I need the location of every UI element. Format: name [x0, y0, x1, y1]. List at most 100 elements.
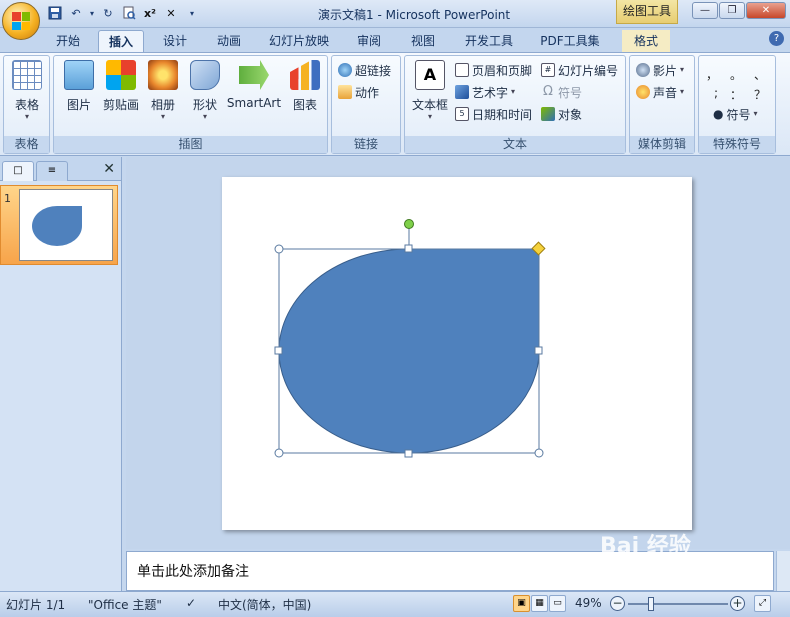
language-indicator: 中文(简体，中国)	[218, 598, 312, 612]
shapes-button[interactable]: 形状 ▾	[180, 60, 230, 121]
resize-handle-left[interactable]	[274, 346, 283, 355]
tab-format[interactable]: 格式	[622, 30, 670, 52]
ribbon: 表格 ▾ 表格 图片 剪贴画 相册 ▾ 形状 ▾ SmartArt 图表 插图 …	[0, 52, 790, 156]
table-button[interactable]: 表格 ▾	[2, 60, 52, 121]
chevron-down-icon: ▾	[202, 112, 207, 121]
group-media: 影片 ▾ 声音 ▾ 媒体剪辑	[629, 55, 695, 154]
slide-number-button[interactable]: # 幻灯片编号	[541, 60, 618, 80]
help-icon[interactable]: ?	[769, 31, 784, 46]
window-title: 演示文稿1 - Microsoft PowerPoint	[318, 8, 511, 22]
hyperlink-button[interactable]: 超链接	[338, 60, 391, 80]
datetime-button[interactable]: 5 日期和时间	[455, 104, 532, 124]
tab-pdf-tools[interactable]: PDF工具集	[530, 30, 610, 52]
special-symbol-label: 符号	[726, 107, 751, 122]
resize-handle-right[interactable]	[534, 346, 543, 355]
resize-handle-bottom-right[interactable]	[534, 448, 544, 458]
smartart-button[interactable]: SmartArt	[226, 60, 282, 110]
symbol-colon[interactable]: ：	[729, 86, 743, 103]
symbol-period[interactable]: 。	[729, 66, 743, 83]
save-icon[interactable]	[46, 4, 64, 22]
chart-icon	[290, 60, 320, 90]
hyperlink-icon	[338, 63, 352, 77]
teardrop-shape[interactable]	[278, 248, 540, 454]
restore-button[interactable]: ❐	[719, 2, 745, 19]
bullet-icon: ●	[713, 107, 724, 121]
resize-handle-bottom[interactable]	[404, 449, 413, 458]
wordart-button[interactable]: 艺术字 ▾	[455, 82, 515, 102]
tab-home[interactable]: 开始	[48, 30, 88, 52]
movie-label: 影片	[653, 63, 678, 78]
omega-icon: Ω	[543, 84, 553, 99]
theme-name: "Office 主题"	[88, 598, 162, 612]
notes-scrollbar[interactable]	[776, 551, 790, 591]
slide-thumbnail-1[interactable]: 1	[0, 185, 118, 265]
zoom-in-button[interactable]: +	[730, 596, 745, 611]
minimize-button[interactable]: —	[692, 2, 718, 19]
tab-animation[interactable]: 动画	[206, 30, 252, 52]
symbol-question[interactable]: ？	[753, 86, 767, 103]
normal-view-button[interactable]: ▣	[513, 595, 530, 612]
customize-qat-icon[interactable]: ▾	[183, 4, 201, 22]
group-label-links: 链接	[332, 136, 400, 153]
sound-button[interactable]: 声音 ▾	[636, 82, 684, 102]
chart-button[interactable]: 图表	[280, 60, 330, 113]
zoom-slider-track[interactable]	[628, 603, 728, 605]
symbol-comma[interactable]: ，	[705, 66, 719, 83]
redo-icon[interactable]: ↻	[99, 4, 117, 22]
symbol-enumeration-comma[interactable]: 、	[753, 66, 767, 83]
slideshow-button[interactable]: ▭	[549, 595, 566, 612]
movie-button[interactable]: 影片 ▾	[636, 60, 684, 80]
header-footer-icon	[455, 63, 469, 77]
slide-sorter-button[interactable]: ▦	[531, 595, 548, 612]
print-preview-icon[interactable]	[120, 4, 138, 22]
close-icon[interactable]: ✕	[103, 161, 115, 177]
dropdown-icon[interactable]: ▾	[88, 4, 96, 22]
tab-view[interactable]: 视图	[400, 30, 446, 52]
resize-handle-top[interactable]	[404, 244, 413, 253]
group-label-text: 文本	[405, 136, 625, 153]
clear-format-button[interactable]: ✕	[162, 4, 180, 22]
smartart-label: SmartArt	[226, 96, 282, 110]
notes-placeholder: 单击此处添加备注	[137, 564, 249, 580]
slides-pane-tabs: □ ≡ ✕	[0, 157, 121, 181]
undo-icon[interactable]: ↶	[67, 4, 85, 22]
object-button[interactable]: 对象	[541, 104, 582, 124]
superscript-button[interactable]: x²	[141, 4, 159, 22]
action-label: 动作	[355, 85, 380, 100]
object-icon	[541, 107, 555, 121]
tab-developer[interactable]: 开发工具	[458, 30, 520, 52]
slide-count: 幻灯片 1/1	[6, 598, 66, 612]
resize-handle-bottom-left[interactable]	[274, 448, 284, 458]
sound-icon	[636, 85, 650, 99]
action-button[interactable]: 动作	[338, 82, 379, 102]
special-symbol-button[interactable]: ● 符号 ▾	[713, 104, 758, 124]
tab-insert[interactable]: 插入	[98, 30, 144, 52]
fit-window-button[interactable]: ⤢	[754, 595, 771, 612]
rotation-handle[interactable]	[404, 219, 414, 229]
zoom-out-button[interactable]: −	[610, 596, 625, 611]
teardrop-shape-thumbnail	[32, 206, 82, 246]
sound-label: 声音	[653, 85, 678, 100]
spellcheck-icon[interactable]: ✓	[186, 596, 196, 610]
slide-drawing	[274, 219, 546, 458]
textbox-label: 文本框	[411, 98, 448, 112]
close-button[interactable]: ✕	[746, 2, 786, 19]
slide-canvas[interactable]	[222, 177, 692, 530]
symbol-semicolon[interactable]: ;	[709, 86, 723, 100]
chevron-down-icon: ▾	[680, 65, 685, 74]
chart-label: 图表	[292, 98, 317, 112]
datetime-label: 日期和时间	[472, 107, 533, 122]
office-button[interactable]	[2, 2, 40, 40]
picture-icon	[64, 60, 94, 90]
header-footer-button[interactable]: 页眉和页脚	[455, 60, 532, 80]
outline-tab[interactable]: ≡	[36, 161, 68, 181]
title-bar: ↶ ▾ ↻ x² ✕ ▾ 演示文稿1 - Microsoft PowerPoin…	[0, 0, 790, 40]
textbox-button[interactable]: A 文本框 ▾	[405, 60, 455, 121]
tab-review[interactable]: 审阅	[346, 30, 392, 52]
tab-slideshow[interactable]: 幻灯片放映	[262, 30, 336, 52]
tab-design[interactable]: 设计	[152, 30, 198, 52]
resize-handle-top-left[interactable]	[274, 244, 284, 254]
zoom-slider-thumb[interactable]	[648, 597, 654, 611]
slides-tab[interactable]: □	[2, 161, 34, 181]
shapes-icon	[190, 60, 220, 90]
